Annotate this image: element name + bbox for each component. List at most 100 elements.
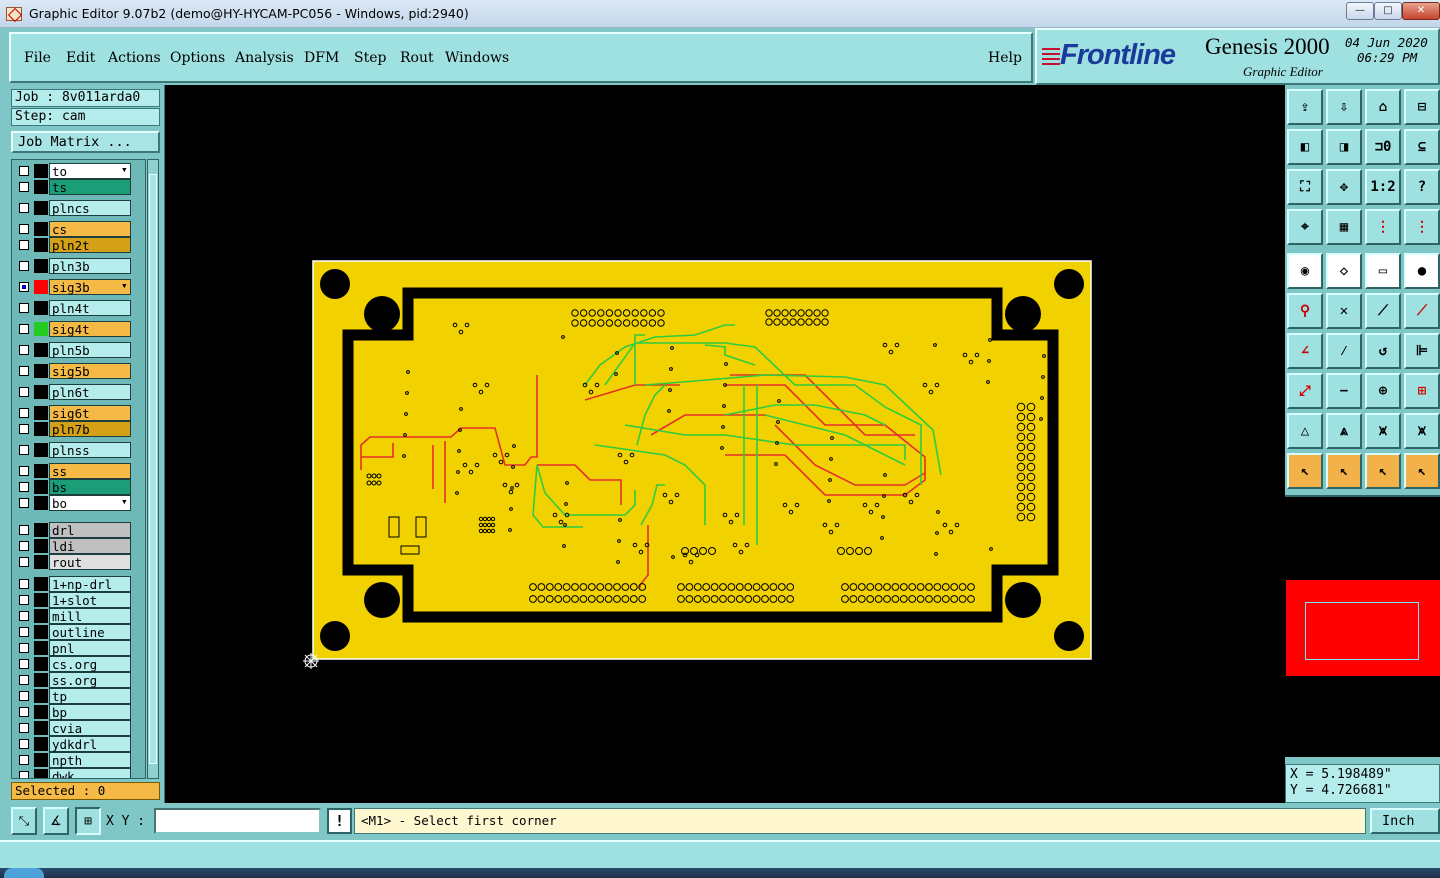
layer-row[interactable]: to ▾ [12,163,145,179]
layer-row[interactable]: plnss [12,442,145,458]
pointer-tool-button[interactable]: ↖ [1287,453,1323,489]
layer-color-swatch[interactable] [34,496,48,510]
arch-tool-button[interactable]: ⩙ [1365,413,1401,449]
layer-name[interactable]: sig3b [49,279,131,295]
close-button[interactable]: ✕ [1402,2,1440,20]
cross-tool-button[interactable]: ✕ [1326,293,1362,329]
layer-color-swatch[interactable] [34,625,48,639]
layer-row[interactable]: outline [12,624,145,640]
layer-color-swatch[interactable] [34,523,48,537]
layer-checkbox[interactable] [19,771,29,778]
window-tool-button[interactable]: ⊟ [1404,89,1440,125]
layer-name[interactable]: sig5b [49,363,131,379]
layer-color-swatch[interactable] [34,280,48,294]
layer-checkbox[interactable] [19,723,29,733]
layer-checkbox[interactable] [19,408,29,418]
import-tool-button[interactable]: ⇩ [1326,89,1362,125]
layer-checkbox[interactable] [19,739,29,749]
layer-color-swatch[interactable] [34,689,48,703]
layer-name[interactable]: pln6t [49,384,131,400]
layer-row[interactable]: sig6t [12,405,145,421]
layer-row[interactable]: pln3b [12,258,145,274]
layer-row[interactable]: npth [12,752,145,768]
layer-checkbox[interactable] [19,675,29,685]
measure-button[interactable]: ∡ [43,807,69,835]
layer-checkbox[interactable] [19,595,29,605]
layer-color-swatch[interactable] [34,480,48,494]
pad-tool-button[interactable]: ◉ [1287,253,1323,289]
layer-color-swatch[interactable] [34,343,48,357]
layer-name[interactable]: mill [49,608,131,624]
layer-color-swatch[interactable] [34,422,48,436]
layer-color-swatch[interactable] [34,539,48,553]
layer-row[interactable]: ydkdrl [12,736,145,752]
maximize-button[interactable]: □ [1374,2,1402,20]
pcb-view[interactable] [165,85,1285,803]
overview-view-frame[interactable] [1305,602,1419,660]
pan-left-tool-button[interactable]: ◧ [1287,129,1323,165]
layer-row[interactable]: ts [12,179,145,195]
layer-color-swatch[interactable] [34,301,48,315]
layer-name[interactable]: pln2t [49,237,131,253]
layer-checkbox[interactable] [19,240,29,250]
layer-checkbox[interactable] [19,691,29,701]
layer-name[interactable]: pln5b [49,342,131,358]
layer-name[interactable]: ldi [49,538,131,554]
layer-checkbox[interactable] [19,482,29,492]
layer-checkbox[interactable] [19,611,29,621]
layer-name[interactable]: cs [49,221,131,237]
layer-row[interactable]: bp [12,704,145,720]
layer-color-swatch[interactable] [34,443,48,457]
connect-tool-button[interactable]: ⚲ [1287,293,1323,329]
layer-color-swatch[interactable] [34,721,48,735]
layer-name[interactable]: ss.org [49,672,131,688]
layer-checkbox[interactable] [19,261,29,271]
units-button[interactable]: Inch [1370,808,1440,834]
start-button[interactable] [4,868,44,878]
layer-row[interactable]: cs [12,221,145,237]
layer-name[interactable]: bo [49,495,131,511]
minus-tool-button[interactable]: − [1326,373,1362,409]
layer-name[interactable]: npth [49,752,131,768]
layer-name[interactable]: ts [49,179,131,195]
layer-color-swatch[interactable] [34,705,48,719]
layer-color-swatch[interactable] [34,737,48,751]
layer-checkbox[interactable] [19,424,29,434]
layer-row[interactable]: ss [12,463,145,479]
scroll-thumb[interactable] [149,174,157,764]
layer-checkbox[interactable] [19,707,29,717]
layer-checkbox[interactable] [19,387,29,397]
layer-row[interactable]: cvia [12,720,145,736]
job-matrix-button[interactable]: Job Matrix ... [11,131,160,153]
layer-color-swatch[interactable] [34,577,48,591]
layer-color-swatch[interactable] [34,322,48,336]
grid-tool-button[interactable]: ▦ [1326,209,1362,245]
layer-row[interactable]: pnl [12,640,145,656]
layer-name[interactable]: tp [49,688,131,704]
layer-color-swatch[interactable] [34,769,48,778]
layer-checkbox[interactable] [19,303,29,313]
layer-checkbox[interactable] [19,525,29,535]
layer-checkbox[interactable] [19,498,29,508]
minimize-button[interactable]: — [1346,2,1374,20]
layer-checkbox[interactable] [19,579,29,589]
layer-row[interactable]: rout [12,554,145,570]
zoom-area-button[interactable]: ⤡ [11,807,37,835]
pan-right-tool-button[interactable]: ◨ [1326,129,1362,165]
snap-tool-button[interactable]: ⊆ [1404,129,1440,165]
layer-name[interactable]: bp [49,704,131,720]
help-tool-button[interactable]: ? [1404,169,1440,205]
layer-row[interactable]: 1+np-drl [12,576,145,592]
layer-name[interactable]: pln3b [49,258,131,274]
layer-color-swatch[interactable] [34,464,48,478]
triangle-up-tool-button[interactable]: ⩓ [1326,413,1362,449]
export-tool-button[interactable]: ⇪ [1287,89,1323,125]
layer-row[interactable]: cs.org [12,656,145,672]
layer-color-swatch[interactable] [34,555,48,569]
layer-checkbox[interactable] [19,541,29,551]
menu-dfm[interactable]: DFM [304,50,339,66]
layer-color-swatch[interactable] [34,222,48,236]
layer-name[interactable]: sig6t [49,405,131,421]
ruler-tool-button[interactable]: ▭ [1365,253,1401,289]
layer-name[interactable]: pln7b [49,421,131,437]
